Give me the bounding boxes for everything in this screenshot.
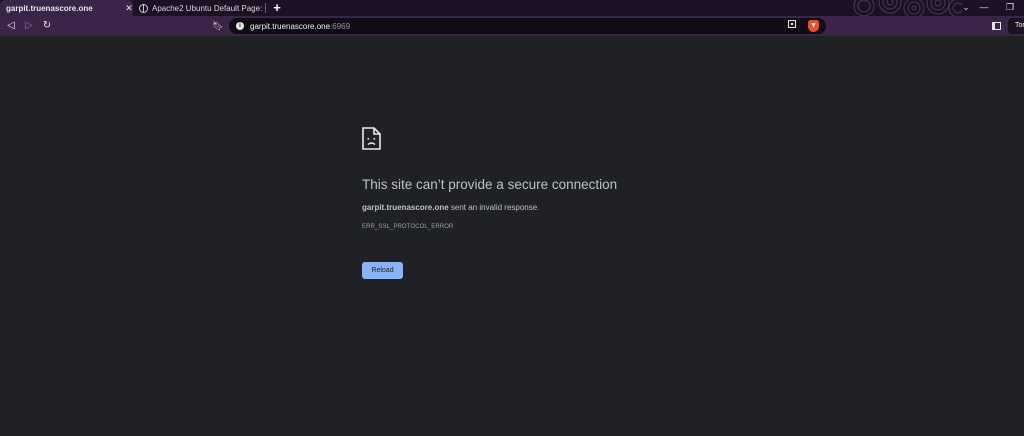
error-description: garpit.truenascore.one sent an invalid r…	[362, 203, 539, 212]
theme-decoration	[853, 0, 962, 16]
url-port: :6969	[330, 21, 351, 31]
error-page: This site can’t provide a secure connect…	[0, 36, 1024, 436]
address-bar[interactable]: i garpit.truenascore.one :6969	[229, 18, 826, 34]
toolbar: ◁ ▷ ↻ 🔖︎ i garpit.truenascore.one :6969 …	[0, 16, 1024, 36]
new-tab-button[interactable]: +	[270, 0, 284, 16]
error-host: garpit.truenascore.one	[362, 203, 449, 212]
brave-shields-icon[interactable]: ▾	[808, 20, 819, 32]
error-title: This site can’t provide a secure connect…	[362, 177, 618, 192]
tab-active[interactable]: garpit.truenascore.one	[0, 0, 133, 16]
qr-code-icon[interactable]	[788, 20, 796, 28]
tab-search-chevron-icon[interactable]: ⌄	[960, 0, 972, 16]
maximize-icon[interactable]: ❐	[998, 0, 1022, 16]
tab-inactive[interactable]: Apache2 Ubuntu Default Page: It work	[136, 0, 265, 16]
bookmark-icon[interactable]: 🔖︎	[212, 18, 224, 34]
tab-title: garpit.truenascore.one	[6, 3, 93, 13]
error-message: sent an invalid response.	[448, 203, 540, 212]
close-tab-icon[interactable]: ✕	[124, 2, 134, 14]
back-icon[interactable]: ◁	[4, 18, 18, 34]
tor-button[interactable]: Tor	[1008, 18, 1024, 34]
minimize-icon[interactable]: —	[972, 0, 996, 16]
tab-title: Apache2 Ubuntu Default Page: It work	[152, 3, 265, 13]
reload-icon[interactable]: ↻	[40, 18, 54, 34]
site-info-icon[interactable]: i	[236, 22, 244, 30]
sidebar-toggle-icon[interactable]	[992, 22, 1001, 30]
globe-icon	[139, 3, 148, 13]
tab-strip: garpit.truenascore.one ✕ Apache2 Ubuntu …	[0, 0, 1024, 16]
url-host: garpit.truenascore.one	[250, 21, 331, 31]
tab-separator	[265, 3, 266, 13]
reload-button[interactable]: Reload	[362, 262, 403, 279]
error-code: ERR_SSL_PROTOCOL_ERROR	[362, 224, 454, 230]
sad-page-icon	[362, 127, 381, 150]
forward-icon[interactable]: ▷	[22, 18, 36, 34]
